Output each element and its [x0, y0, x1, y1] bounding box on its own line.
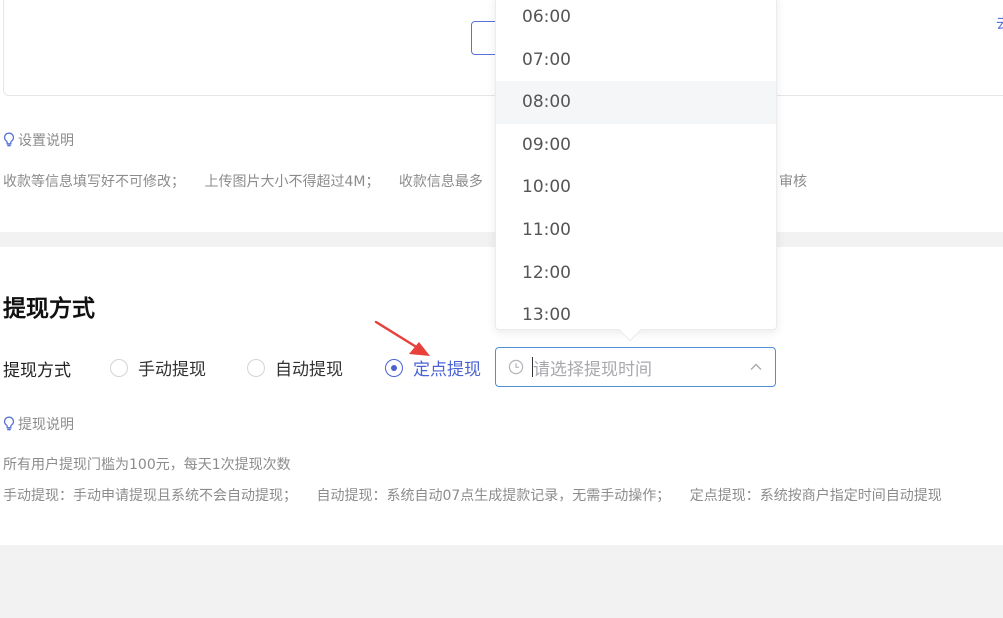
withdraw-method-label: 提现方式	[3, 361, 71, 381]
time-option[interactable]: 12:00	[496, 252, 776, 295]
radio-circle[interactable]	[247, 358, 265, 377]
settings-note-title: 设置说明	[18, 133, 74, 149]
settings-note-tail: 审核	[779, 174, 807, 190]
mode-note-auto: 自动提现：系统自动07点生成提款记录，无需手动操作；	[316, 488, 671, 504]
chevron-up-icon[interactable]	[749, 360, 763, 374]
settings-note-text: 收款等信息填写好不可修改； 上传图片大小不得超过4M； 收款信息最多	[3, 171, 498, 191]
clock-icon	[508, 359, 524, 375]
time-option[interactable]: 07:00	[496, 39, 776, 82]
withdraw-threshold-note: 所有用户提现门槛为100元，每天1次提现次数	[3, 457, 291, 473]
edge-link-text[interactable]: 去	[996, 12, 1003, 33]
time-option[interactable]: 08:00	[496, 81, 776, 124]
time-placeholder: 请选择提现时间	[533, 359, 652, 380]
withdraw-note-title: 提现说明	[18, 417, 74, 433]
withdraw-time-picker[interactable]: 请选择提现时间	[495, 347, 776, 387]
withdraw-note-heading: 提现说明	[3, 414, 74, 434]
mode-note-scheduled: 定点提现：系统按商户指定时间自动提现	[689, 488, 942, 504]
time-option[interactable]: 10:00	[496, 166, 776, 209]
withdraw-mode-notes: 手动提现：手动申请提现且系统不会自动提现； 自动提现：系统自动07点生成提款记录…	[3, 485, 957, 505]
annotation-arrow	[374, 320, 430, 356]
mode-note-manual: 手动提现：手动申请提现且系统不会自动提现；	[3, 488, 297, 504]
bulb-icon	[3, 132, 15, 147]
radio-label: 自动提现	[275, 360, 343, 380]
settings-note-3: 收款信息最多	[398, 174, 483, 190]
settings-note-heading: 设置说明	[3, 130, 74, 150]
radio-circle-checked[interactable]	[385, 358, 403, 377]
time-option[interactable]: 06:00	[496, 0, 776, 39]
settings-note-2: 上传图片大小不得超过4M；	[204, 174, 380, 190]
page-stage: 去 设置说明 收款等信息填写好不可修改； 上传图片大小不得超过4M； 收款信息最…	[0, 0, 1003, 618]
time-option-list: 06:00 07:00 08:00 09:00 10:00 11:00 12:00 13:00	[496, 0, 776, 337]
time-option[interactable]: 09:00	[496, 124, 776, 167]
radio-label: 手动提现	[138, 360, 206, 380]
time-option[interactable]: 11:00	[496, 209, 776, 252]
time-dropdown: 06:00 07:00 08:00 09:00 10:00 11:00 12:00 13:00	[495, 0, 777, 342]
radio-auto-withdraw[interactable]: 自动提现	[247, 355, 343, 380]
radio-manual-withdraw[interactable]: 手动提现	[110, 355, 206, 380]
settings-note-1: 收款等信息填写好不可修改；	[3, 174, 185, 190]
bulb-icon	[3, 416, 15, 431]
section-title: 提现方式	[3, 296, 95, 322]
radio-circle[interactable]	[110, 358, 128, 377]
